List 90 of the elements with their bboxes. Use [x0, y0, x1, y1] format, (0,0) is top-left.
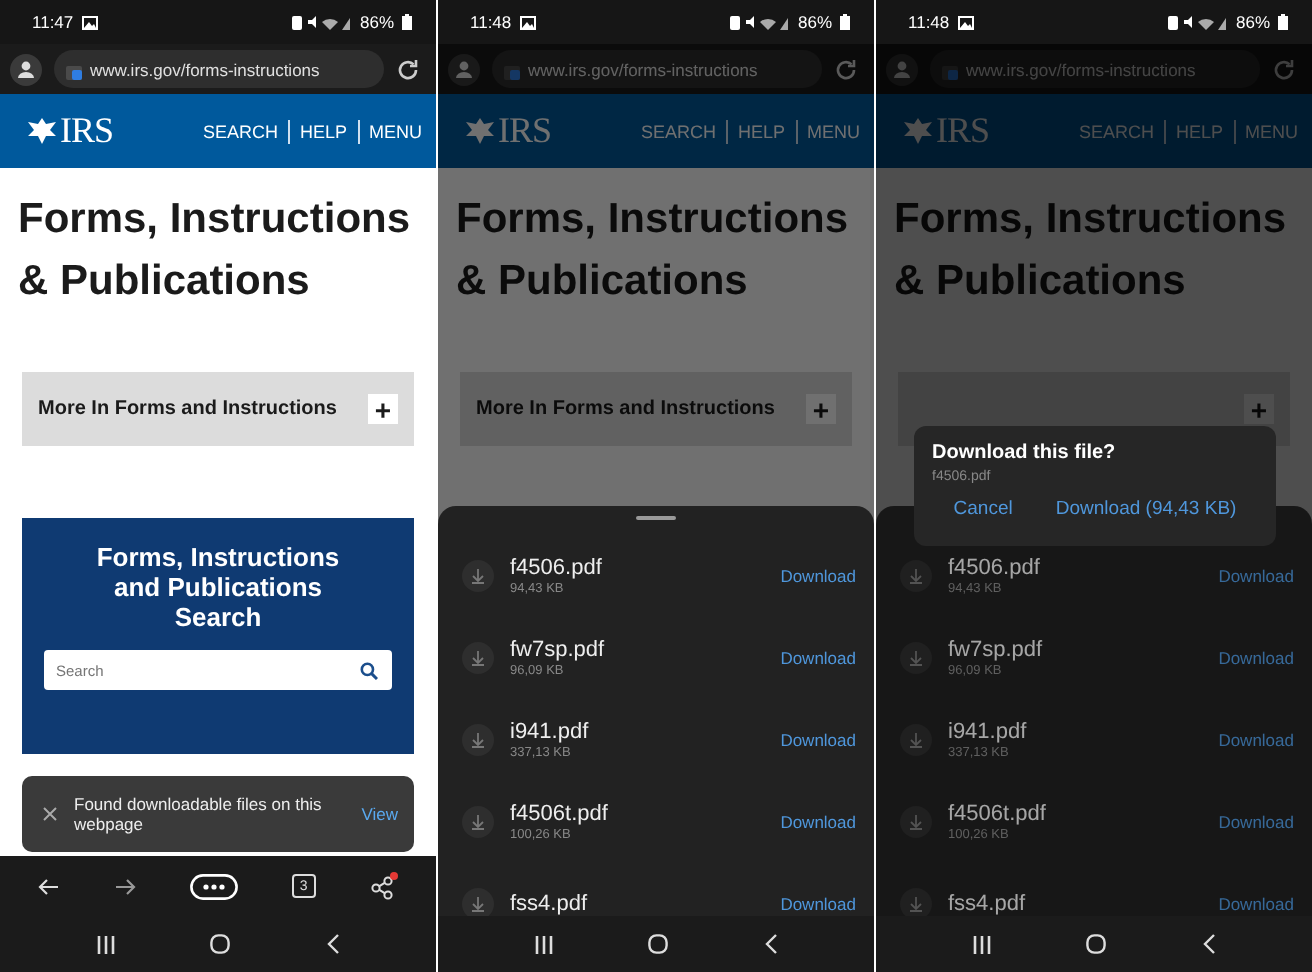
battery-icon: [402, 14, 412, 30]
battery-icon: [840, 14, 850, 30]
home-icon[interactable]: [1086, 934, 1107, 954]
irs-logo[interactable]: IRS: [936, 110, 990, 152]
accordion-header[interactable]: More In Forms and Instructions +: [460, 372, 852, 446]
view-link[interactable]: View: [361, 804, 398, 824]
search-icon[interactable]: [360, 661, 378, 679]
download-link[interactable]: Download: [780, 565, 856, 585]
file-name: f4506.pdf: [510, 555, 604, 579]
file-name: f4506t.pdf: [510, 801, 610, 825]
download-link[interactable]: Download: [1218, 893, 1294, 913]
file-name: fw7sp.pdf: [510, 637, 607, 661]
status-icons-drawing: [291, 14, 352, 30]
address-bar[interactable]: www.irs.gov/forms-instructions: [54, 50, 384, 88]
expand-button[interactable]: +: [1244, 394, 1274, 424]
close-icon[interactable]: [42, 806, 58, 822]
download-link[interactable]: Download: [780, 647, 856, 667]
address-bar[interactable]: www.irs.gov/forms-instructions: [492, 50, 822, 88]
status-icons-drawing: [729, 14, 790, 30]
accordion-label: More In Forms and Instructions: [476, 398, 775, 420]
irs-logo[interactable]: IRS: [498, 110, 552, 152]
toast-message: Found downloadable files on this webpage: [74, 794, 324, 834]
status-time: 11:48: [908, 12, 950, 32]
recents-icon[interactable]: [533, 935, 554, 953]
download-icon: [462, 559, 494, 591]
file-name: f4506.pdf: [948, 555, 1042, 579]
file-name: fw7sp.pdf: [948, 637, 1045, 661]
recents-icon[interactable]: [95, 935, 116, 953]
battery-level: 86%: [797, 12, 832, 32]
nav-link[interactable]: MENU: [807, 121, 860, 141]
back-arrow-icon[interactable]: [38, 877, 61, 895]
dialog-button[interactable]: Download (94,43 KB): [1055, 498, 1237, 520]
status-icons-drawing: [1167, 14, 1228, 30]
page-title: Forms, Instructions & Publications: [456, 194, 851, 308]
nav-link[interactable]: HELP: [1175, 121, 1223, 141]
home-icon[interactable]: [648, 934, 669, 954]
nav-link[interactable]: SEARCH: [640, 121, 716, 141]
download-icon: [462, 723, 494, 755]
back-icon[interactable]: [326, 934, 341, 954]
accordion-label: More In Forms and Instructions: [38, 398, 337, 420]
back-icon[interactable]: [1202, 934, 1217, 954]
accordion-header[interactable]: More In Forms and Instructions +: [22, 372, 414, 446]
file-name: i941.pdf: [510, 719, 591, 743]
download-icon: [462, 805, 494, 837]
nav-link[interactable]: SEARCH: [202, 121, 278, 141]
battery-icon: [1278, 14, 1288, 30]
recents-icon[interactable]: [971, 935, 992, 953]
download-link[interactable]: Download: [780, 811, 856, 831]
nav-link[interactable]: MENU: [369, 121, 422, 141]
download-icon: [900, 641, 932, 673]
file-name: fss4.pdf: [510, 891, 590, 915]
download-link[interactable]: Download: [1218, 811, 1294, 831]
nav-link[interactable]: MENU: [1245, 121, 1298, 141]
download-icon: [900, 723, 932, 755]
image-icon: [957, 15, 974, 29]
battery-level: 86%: [359, 12, 394, 32]
nav-link[interactable]: HELP: [737, 121, 785, 141]
battery-level: 86%: [1235, 12, 1270, 32]
download-icon: [900, 559, 932, 591]
reload-icon[interactable]: [396, 57, 420, 81]
forward-arrow-icon[interactable]: [114, 877, 137, 895]
status-time: 11:48: [470, 12, 512, 32]
nav-link[interactable]: HELP: [299, 121, 347, 141]
page-title: Forms, Instructions & Publications: [18, 194, 413, 308]
dialog-button[interactable]: Cancel: [953, 498, 1013, 520]
download-icon: [900, 805, 932, 837]
irs-logo[interactable]: IRS: [60, 110, 114, 152]
download-link[interactable]: Download: [1218, 565, 1294, 585]
file-name: i941.pdf: [948, 719, 1029, 743]
download-link[interactable]: Download: [780, 729, 856, 749]
download-link[interactable]: Download: [780, 893, 856, 913]
dialog-title: Download this file?: [932, 442, 1118, 464]
home-icon[interactable]: [210, 934, 231, 954]
nav-link[interactable]: SEARCH: [1078, 121, 1154, 141]
status-time: 11:47: [32, 12, 74, 32]
more-icon[interactable]: [189, 873, 238, 899]
profile-icon[interactable]: [10, 53, 42, 85]
download-link[interactable]: Download: [1218, 729, 1294, 749]
share-icon[interactable]: [369, 872, 398, 900]
back-icon[interactable]: [764, 934, 779, 954]
expand-button[interactable]: +: [368, 394, 398, 424]
download-icon: [462, 641, 494, 673]
image-icon: [519, 15, 536, 29]
download-link[interactable]: Download: [1218, 647, 1294, 667]
file-name: fss4.pdf: [948, 891, 1028, 915]
file-name: f4506t.pdf: [948, 801, 1048, 825]
expand-button[interactable]: +: [806, 394, 836, 424]
page-title: Forms, Instructions & Publications: [894, 194, 1289, 308]
search-card-title: Forms, Instructions and Publications Search: [94, 542, 342, 632]
image-icon: [81, 15, 98, 29]
